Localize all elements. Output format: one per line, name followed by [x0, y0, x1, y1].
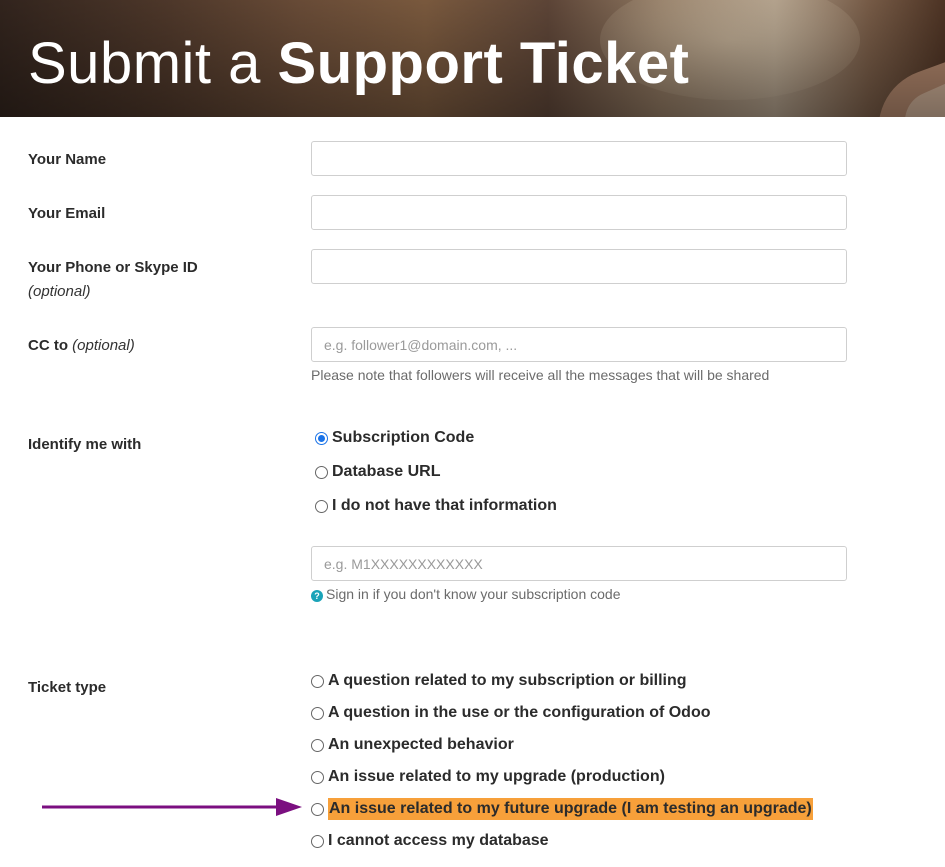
ticket-option-cannot-access[interactable]: I cannot access my database: [311, 830, 549, 852]
identify-option-label: I do not have that information: [332, 497, 557, 514]
cc-label-text: CC to: [28, 337, 68, 354]
ticket-option-label-highlighted: An issue related to my future upgrade (I…: [328, 798, 813, 820]
annotation-arrow-icon: [42, 798, 302, 816]
question-circle-icon: ?: [311, 590, 323, 602]
phone-label: Your Phone or Skype ID (optional): [28, 256, 198, 304]
identify-label: Identify me with: [28, 433, 141, 457]
identify-option-database-url[interactable]: Database URL: [315, 461, 440, 483]
identify-option-label: Subscription Code: [332, 429, 475, 446]
phone-optional-text: (optional): [28, 283, 91, 300]
page-title-bold: Support Ticket: [277, 31, 690, 96]
ticket-option-unexpected-behavior[interactable]: An unexpected behavior: [311, 734, 514, 756]
radio-unchecked-icon[interactable]: [315, 465, 328, 479]
subscription-help: ? Sign in if you don't know your subscrip…: [311, 585, 621, 603]
email-input[interactable]: [311, 195, 847, 230]
name-label: Your Name: [28, 148, 106, 172]
name-label-text: Your Name: [28, 151, 107, 168]
name-input[interactable]: [311, 141, 847, 176]
subscription-help-link[interactable]: Sign in if you don't know your subscript…: [326, 586, 621, 602]
ticket-type-label: Ticket type: [28, 676, 106, 700]
identify-label-text: Identify me with: [28, 436, 142, 453]
ticket-option-upgrade-production[interactable]: An issue related to my upgrade (producti…: [311, 766, 665, 788]
radio-unchecked-icon[interactable]: [311, 738, 324, 752]
cc-input[interactable]: [311, 327, 847, 362]
radio-unchecked-icon[interactable]: [315, 499, 328, 513]
cc-help-text: Please note that followers will receive …: [311, 367, 770, 383]
phone-input[interactable]: [311, 249, 847, 284]
ticket-option-label: A question in the use or the configurati…: [328, 704, 711, 721]
page-title-light: Submit a: [28, 31, 261, 96]
ticket-option-label: I cannot access my database: [328, 832, 549, 849]
ticket-type-label-text: Ticket type: [28, 679, 107, 696]
identify-option-label: Database URL: [332, 463, 441, 480]
page-title: Submit a Support Ticket: [28, 30, 690, 97]
ticket-option-label: An issue related to my upgrade (producti…: [328, 768, 665, 785]
cc-label: CC to (optional): [28, 334, 135, 358]
radio-checked-icon[interactable]: [315, 431, 328, 445]
phone-label-text: Your Phone or Skype ID: [28, 259, 198, 276]
ticket-option-billing[interactable]: A question related to my subscription or…: [311, 670, 687, 692]
radio-unchecked-icon[interactable]: [311, 674, 324, 688]
radio-unchecked-icon[interactable]: [311, 706, 324, 720]
subscription-code-input[interactable]: [311, 546, 847, 581]
identify-option-no-information[interactable]: I do not have that information: [315, 495, 557, 517]
radio-unchecked-icon[interactable]: [311, 770, 324, 784]
ticket-option-label: An unexpected behavior: [328, 736, 514, 753]
cc-optional-text: (optional): [72, 337, 135, 354]
ticket-option-usage-configuration[interactable]: A question in the use or the configurati…: [311, 702, 711, 724]
ticket-option-label: A question related to my subscription or…: [328, 672, 687, 689]
email-label: Your Email: [28, 202, 105, 226]
email-label-text: Your Email: [28, 205, 106, 222]
radio-unchecked-icon[interactable]: [311, 802, 324, 816]
ticket-option-upgrade-testing[interactable]: An issue related to my future upgrade (I…: [311, 798, 813, 820]
radio-unchecked-icon[interactable]: [311, 834, 324, 848]
header-banner: Submit a Support Ticket: [0, 0, 945, 117]
identify-option-subscription-code[interactable]: Subscription Code: [315, 427, 474, 449]
